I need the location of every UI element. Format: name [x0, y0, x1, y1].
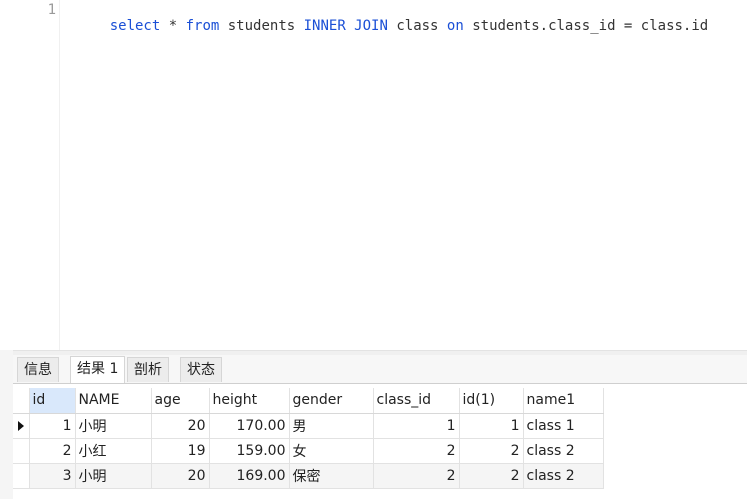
current-row-indicator: [13, 413, 30, 439]
column-header-age[interactable]: age: [151, 388, 210, 414]
table-cell[interactable]: 小明: [75, 413, 152, 439]
table-cell[interactable]: 小明: [75, 463, 152, 489]
results-grid[interactable]: id NAME age height gender class_id id(1)…: [13, 388, 604, 489]
table-cell[interactable]: class 2: [523, 438, 604, 464]
column-header-id[interactable]: id: [29, 388, 76, 414]
tab-status[interactable]: 状态: [180, 357, 222, 382]
sql-query-line[interactable]: select * from students INNER JOIN class …: [76, 2, 709, 50]
row-indicator: [13, 463, 30, 489]
table-cell[interactable]: 169.00: [209, 463, 290, 489]
table-cell[interactable]: 男: [289, 413, 374, 439]
result-tabbar: 信息 结果 1 剖析 状态: [13, 355, 747, 384]
query-token: on: [446, 18, 464, 34]
table-cell[interactable]: 1: [29, 413, 76, 439]
table-row[interactable]: 3 小明 20 169.00 保密 2 2 class 2: [13, 463, 604, 489]
table-row[interactable]: 2 小红 19 159.00 女 2 2 class 2: [13, 438, 604, 464]
table-cell[interactable]: class 2: [523, 463, 604, 489]
row-indicator-header: [13, 388, 30, 414]
column-header-height[interactable]: height: [209, 388, 290, 414]
query-token: class: [387, 18, 447, 34]
editor-gutter: [0, 0, 60, 350]
current-row-arrow-icon: [17, 420, 24, 431]
tab-result-1[interactable]: 结果 1: [70, 356, 126, 383]
table-cell[interactable]: 2: [373, 438, 460, 464]
table-row[interactable]: 1 小明 20 170.00 男 1 1 class 1: [13, 413, 604, 439]
line-number: 1: [47, 2, 56, 18]
table-cell[interactable]: 2: [373, 463, 460, 489]
column-header-class-id[interactable]: class_id: [373, 388, 460, 414]
table-cell[interactable]: 170.00: [209, 413, 290, 439]
tab-profile[interactable]: 剖析: [127, 357, 169, 382]
table-cell[interactable]: 小红: [75, 438, 152, 464]
query-token: from: [185, 18, 220, 34]
table-cell[interactable]: 3: [29, 463, 76, 489]
table-cell[interactable]: 女: [289, 438, 374, 464]
query-token: *: [160, 18, 186, 34]
table-cell[interactable]: class 1: [523, 413, 604, 439]
table-cell[interactable]: 20: [151, 463, 210, 489]
tab-info[interactable]: 信息: [17, 357, 59, 382]
column-header-name1[interactable]: name1: [523, 388, 604, 414]
table-cell[interactable]: 1: [373, 413, 460, 439]
table-cell[interactable]: 20: [151, 413, 210, 439]
header-row: id NAME age height gender class_id id(1)…: [13, 388, 604, 414]
query-token: students: [219, 18, 304, 34]
table-cell[interactable]: 2: [459, 438, 524, 464]
query-token: select: [109, 18, 161, 34]
sql-editor[interactable]: 1 select * from students INNER JOIN clas…: [0, 0, 747, 350]
column-header-name[interactable]: NAME: [75, 388, 152, 414]
table-cell[interactable]: 保密: [289, 463, 374, 489]
table-cell[interactable]: 19: [151, 438, 210, 464]
row-indicator: [13, 438, 30, 464]
query-token: INNER JOIN: [303, 18, 388, 34]
column-header-gender[interactable]: gender: [289, 388, 374, 414]
table-cell[interactable]: 2: [29, 438, 76, 464]
column-header-id-1[interactable]: id(1): [459, 388, 524, 414]
table-cell[interactable]: 1: [459, 413, 524, 439]
query-token: students.class_id = class.id: [463, 18, 709, 34]
table-cell[interactable]: 159.00: [209, 438, 290, 464]
table-cell[interactable]: 2: [459, 463, 524, 489]
